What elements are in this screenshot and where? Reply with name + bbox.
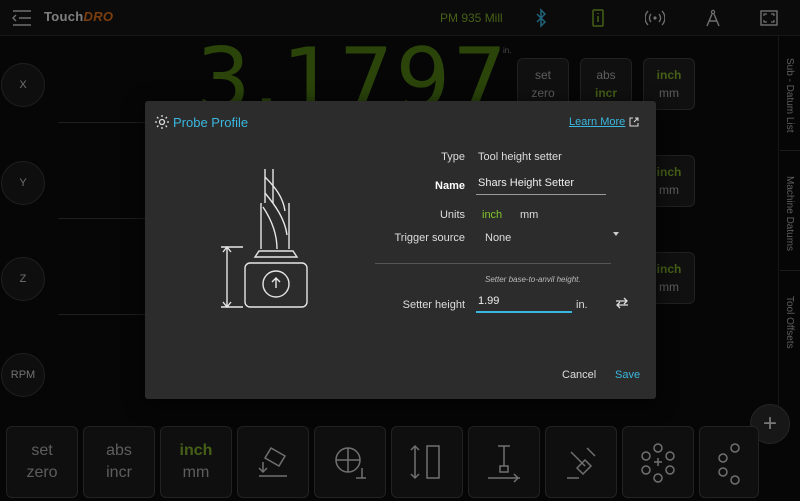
dialog-title: Probe Profile — [173, 115, 249, 130]
cancel-button[interactable]: Cancel — [562, 369, 596, 381]
swap-units-icon[interactable] — [615, 297, 629, 309]
external-link-icon[interactable] — [629, 117, 639, 127]
app-root: TouchDRO PM 935 Mill X Y Z RPM 3.1797 in… — [0, 0, 800, 501]
type-label: Type — [441, 151, 465, 163]
setter-height-label: Setter height — [402, 299, 465, 311]
save-button[interactable]: Save — [615, 369, 640, 381]
unit-mm-option[interactable]: mm — [520, 209, 538, 221]
type-value: Tool height setter — [478, 151, 562, 163]
setter-height-hint: Setter base-to-anvil height. — [485, 275, 581, 284]
trigger-source-label: Trigger source — [394, 232, 465, 244]
gear-icon — [155, 115, 169, 129]
setter-height-unit: in. — [576, 299, 588, 311]
probe-profile-dialog: Probe Profile Learn More Type Tool heigh… — [145, 101, 656, 399]
name-label: Name — [435, 180, 465, 192]
divider — [375, 263, 611, 264]
name-field[interactable]: Shars Height Setter — [476, 177, 606, 195]
unit-inch-option[interactable]: inch — [482, 209, 502, 221]
height-setter-illustration — [221, 169, 308, 309]
units-label: Units — [439, 209, 465, 221]
trigger-source-select[interactable]: None — [485, 232, 511, 244]
learn-more-link[interactable]: Learn More — [569, 116, 625, 128]
chevron-down-icon[interactable] — [613, 232, 619, 236]
setter-height-input[interactable]: 1.99 — [476, 295, 572, 313]
